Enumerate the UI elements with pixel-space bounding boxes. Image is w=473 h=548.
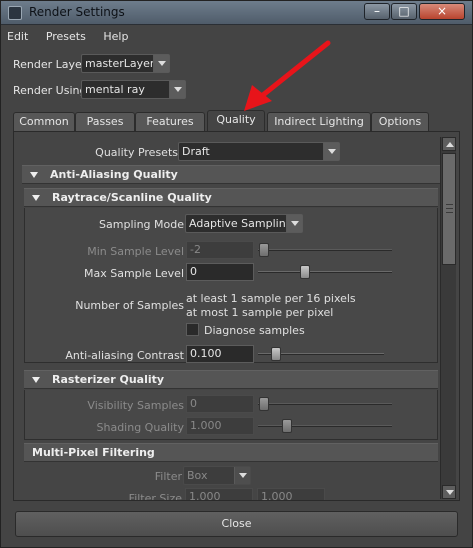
max-sample-level-label: Max Sample Level xyxy=(83,267,184,280)
visibility-samples-field[interactable]: 0 xyxy=(186,395,254,413)
title-bar[interactable]: Render Settings – □ × xyxy=(1,1,472,25)
slider-track xyxy=(258,403,392,405)
visibility-samples-label: Visibility Samples xyxy=(87,399,184,412)
render-using-label: Render Using xyxy=(13,84,87,97)
aa-contrast-label: Anti-aliasing Contrast xyxy=(65,349,184,362)
min-sample-level-slider[interactable] xyxy=(258,242,392,258)
section-anti-aliasing[interactable]: Anti-Aliasing Quality xyxy=(22,165,440,184)
slider-knob[interactable] xyxy=(271,347,281,361)
maximize-button[interactable]: □ xyxy=(391,3,417,20)
annotation-arrow-head xyxy=(244,85,272,111)
section-rasterizer[interactable]: Rasterizer Quality xyxy=(24,370,438,389)
slider-track xyxy=(258,425,392,427)
window-title: Render Settings xyxy=(29,5,125,19)
section-anti-aliasing-title: Anti-Aliasing Quality xyxy=(50,168,178,181)
section-rasterizer-title: Rasterizer Quality xyxy=(52,373,165,386)
sampling-mode-value: Adaptive Sampling xyxy=(189,217,293,230)
slider-track xyxy=(258,271,392,273)
quality-presets-value: Draft xyxy=(182,145,210,158)
diagnose-samples-label: Diagnose samples xyxy=(204,324,305,337)
annotation-arrow-shaft xyxy=(255,40,331,102)
render-layer-dropdown[interactable]: masterLayer xyxy=(81,54,170,73)
tab-indirect-lighting[interactable]: Indirect Lighting xyxy=(267,112,371,131)
shading-quality-field[interactable]: 1.000 xyxy=(186,417,254,435)
slider-knob[interactable] xyxy=(282,419,292,433)
render-layer-value: masterLayer xyxy=(85,57,155,70)
render-using-value: mental ray xyxy=(85,83,145,96)
annotation-arrow-icon xyxy=(244,40,331,111)
aa-contrast-slider[interactable] xyxy=(258,346,384,362)
chevron-down-icon xyxy=(153,55,169,72)
slider-knob[interactable] xyxy=(300,265,310,279)
sampling-mode-dropdown[interactable]: Adaptive Sampling xyxy=(185,214,303,233)
samples-max-note: at most 1 sample per pixel xyxy=(186,306,334,319)
sampling-mode-label: Sampling Mode xyxy=(99,218,184,231)
section-multi-pixel-title: Multi-Pixel Filtering xyxy=(32,446,155,459)
quality-content: Quality Presets Draft Anti-Aliasing Qual… xyxy=(22,132,440,500)
shading-quality-label: Shading Quality xyxy=(96,421,185,434)
menu-presets[interactable]: Presets xyxy=(46,30,86,43)
filter-size-label: Filter Size xyxy=(128,492,182,500)
filter-dropdown[interactable]: Box xyxy=(183,466,251,485)
section-raytrace-title: Raytrace/Scanline Quality xyxy=(52,191,212,204)
filter-value: Box xyxy=(187,469,208,482)
slider-track xyxy=(258,249,392,251)
maya-app-icon xyxy=(8,6,22,20)
grip-line xyxy=(446,204,453,205)
menu-bar: Edit Presets Help xyxy=(7,30,142,48)
chevron-down-icon xyxy=(234,467,250,484)
slider-knob[interactable] xyxy=(259,397,269,411)
tab-passes[interactable]: Passes xyxy=(75,112,135,131)
filter-label: Filter xyxy=(154,470,182,483)
collapse-triangle-icon xyxy=(32,195,40,201)
min-sample-level-field[interactable]: -2 xyxy=(186,241,254,259)
chevron-down-icon xyxy=(169,81,185,98)
filter-size-x-field[interactable]: 1.000 xyxy=(185,488,253,500)
tab-options[interactable]: Options xyxy=(371,112,429,131)
vertical-scrollbar[interactable] xyxy=(440,137,456,499)
render-settings-window: Render Settings – □ × Edit Presets Help … xyxy=(0,0,473,548)
grip-line xyxy=(446,208,453,209)
section-raytrace[interactable]: Raytrace/Scanline Quality xyxy=(24,188,438,207)
render-layer-label: Render Layer xyxy=(13,58,87,71)
shading-quality-slider[interactable] xyxy=(258,418,392,434)
close-window-button[interactable]: × xyxy=(419,3,465,20)
grip-line xyxy=(446,212,453,213)
quality-presets-label: Quality Presets xyxy=(95,146,178,159)
render-using-dropdown[interactable]: mental ray xyxy=(81,80,186,99)
tab-features[interactable]: Features xyxy=(135,112,205,131)
samples-min-note: at least 1 sample per 16 pixels xyxy=(186,292,356,305)
scroll-down-icon[interactable] xyxy=(442,485,456,499)
min-sample-level-label: Min Sample Level xyxy=(87,245,184,258)
menu-help[interactable]: Help xyxy=(103,30,128,43)
max-sample-level-slider[interactable] xyxy=(258,264,392,280)
chevron-down-icon xyxy=(286,215,302,232)
aa-contrast-field[interactable]: 0.100 xyxy=(186,345,254,363)
tab-common[interactable]: Common xyxy=(13,112,75,131)
scrollbar-thumb[interactable] xyxy=(442,153,456,265)
quality-panel: Quality Presets Draft Anti-Aliasing Qual… xyxy=(13,131,460,501)
quality-presets-dropdown[interactable]: Draft xyxy=(178,142,340,161)
scroll-up-icon[interactable] xyxy=(442,137,456,151)
tab-quality[interactable]: Quality xyxy=(207,110,265,131)
close-button[interactable]: Close xyxy=(15,511,458,537)
section-multi-pixel-filtering[interactable]: Multi-Pixel Filtering xyxy=(24,443,438,462)
diagnose-samples-checkbox[interactable] xyxy=(186,323,199,336)
menu-edit[interactable]: Edit xyxy=(7,30,28,43)
slider-knob[interactable] xyxy=(259,243,269,257)
collapse-triangle-icon xyxy=(30,172,38,178)
minimize-button[interactable]: – xyxy=(364,3,390,20)
visibility-samples-slider[interactable] xyxy=(258,396,392,412)
filter-size-y-field[interactable]: 1.000 xyxy=(257,488,325,500)
max-sample-level-field[interactable]: 0 xyxy=(186,263,254,281)
number-of-samples-label: Number of Samples xyxy=(75,299,184,312)
chevron-down-icon xyxy=(323,143,339,160)
collapse-triangle-icon xyxy=(32,377,40,383)
